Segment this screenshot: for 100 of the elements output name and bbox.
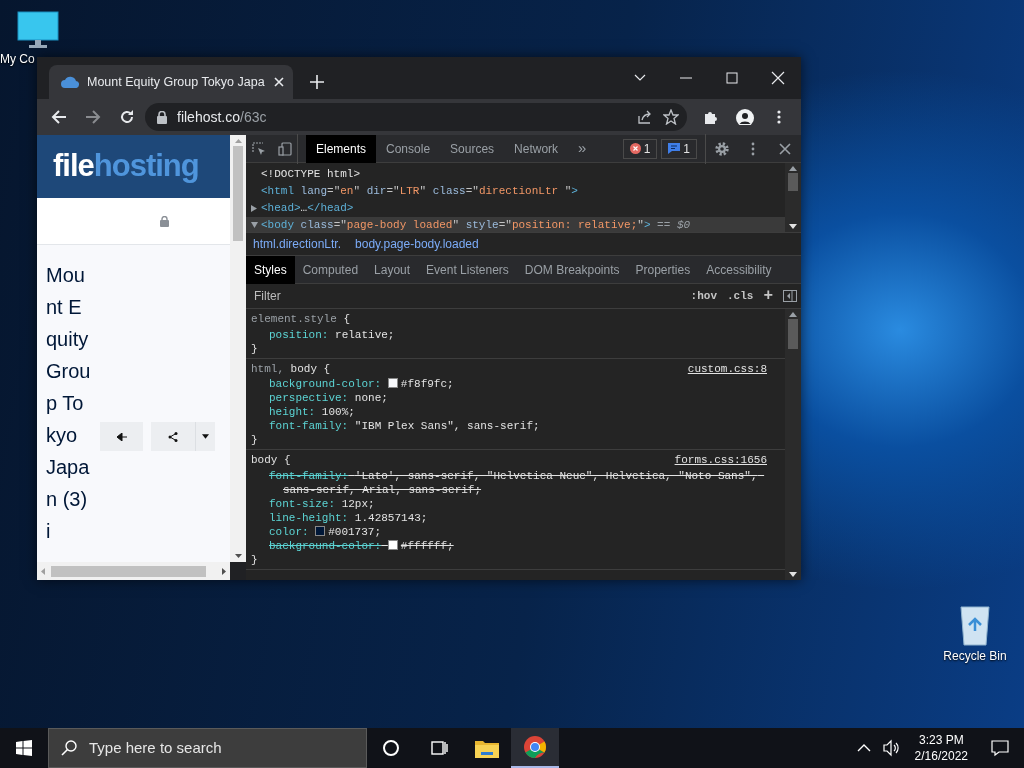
plus-icon[interactable] — [309, 75, 324, 89]
cloud-icon — [61, 76, 79, 88]
code-line[interactable]: <!DOCTYPE html> — [246, 166, 785, 183]
lock-icon — [157, 110, 167, 124]
source-link[interactable]: forms.css:1656 — [674, 452, 767, 469]
add-rule-button[interactable]: + — [763, 284, 773, 308]
share-icon[interactable] — [637, 109, 653, 125]
panel-tab[interactable]: Properties — [627, 256, 699, 284]
hov-button[interactable]: :hov — [690, 287, 717, 305]
site-logo: filehosting — [37, 135, 230, 198]
error-count-button[interactable]: 1 — [622, 138, 658, 159]
devtools-tab[interactable]: Console — [376, 134, 441, 163]
css-selector: body { — [251, 453, 291, 468]
css-declaration[interactable]: font-size: 12px; — [251, 496, 781, 511]
css-declaration[interactable]: background-color: #f8f9fc; — [251, 377, 781, 391]
back-arrow-icon[interactable] — [51, 109, 67, 125]
scrollbar[interactable] — [785, 163, 801, 232]
panel-tab[interactable]: Styles — [246, 256, 295, 284]
css-declaration[interactable]: background-color: #ffffff; — [251, 538, 781, 553]
close-icon[interactable] — [771, 71, 785, 85]
icon-label: My Co — [0, 51, 35, 68]
css-selector: html, body { — [251, 361, 331, 377]
windows-logo-icon[interactable] — [16, 740, 32, 756]
breadcrumb-link[interactable]: body.page-body.loaded — [348, 235, 486, 253]
share-icon — [168, 431, 178, 442]
more-tabs-button[interactable]: » — [568, 134, 597, 163]
message-count-button[interactable]: 1 — [661, 138, 697, 159]
tab-title: Mount Equity Group Tokyo Japa — [87, 73, 265, 91]
panel-tab[interactable]: DOM Breakpoints — [516, 256, 628, 284]
scrollbar-thumb[interactable] — [788, 319, 798, 349]
error-icon — [629, 143, 641, 154]
chevron-up-icon[interactable] — [856, 742, 871, 754]
css-declaration[interactable]: font-family: 'Lato', sans-serif, "Helvetica Neue", Helvetica, "Noto Sans", sans-serif, Arial, sans-serif; — [251, 468, 781, 497]
scrollbar-thumb[interactable] — [233, 146, 243, 241]
address-bar[interactable]: filehost.co/63c — [145, 103, 687, 131]
arrow-right-icon[interactable] — [222, 567, 226, 575]
maximize-icon[interactable] — [725, 71, 739, 85]
code-line[interactable]: <html lang="en" dir="LTR" class="directionLtr "> — [246, 183, 785, 200]
page-title: Mount Equity Group Tokyo Japan (3) i — [46, 263, 92, 544]
search-input[interactable]: Type here to search — [87, 735, 347, 761]
message-icon — [668, 143, 681, 154]
folder-icon[interactable] — [475, 738, 499, 758]
back-button[interactable] — [100, 422, 143, 451]
speaker-icon[interactable] — [882, 739, 901, 757]
arrow-left-icon — [116, 432, 127, 441]
task-view-icon[interactable] — [430, 739, 448, 757]
scrollbar[interactable] — [37, 562, 230, 580]
scrollbar[interactable] — [230, 135, 246, 562]
reload-icon[interactable] — [119, 109, 135, 125]
close-icon[interactable] — [272, 76, 285, 88]
browser-tab[interactable]: Mount Equity Group Tokyo Japa — [49, 65, 293, 99]
arrow-down-icon[interactable] — [789, 572, 797, 577]
arrow-up-icon[interactable] — [789, 312, 797, 317]
settings-icon[interactable] — [713, 140, 730, 157]
filter-field[interactable]: Filter — [252, 286, 681, 306]
devtools-tab[interactable]: Sources — [440, 134, 505, 163]
share-button[interactable] — [151, 422, 195, 451]
css-declaration[interactable]: color: #001737; — [251, 524, 781, 539]
chrome-icon[interactable] — [524, 736, 546, 758]
css-declaration[interactable]: height: 100%; — [251, 405, 781, 419]
device-icon[interactable] — [277, 141, 292, 156]
scrollbar-thumb[interactable] — [788, 173, 798, 191]
star-icon[interactable] — [663, 109, 679, 125]
source-link[interactable]: custom.css:8 — [687, 360, 767, 377]
arrow-down-icon[interactable] — [234, 554, 242, 558]
inspect-icon[interactable] — [252, 141, 266, 156]
devtools-tab[interactable]: Network — [504, 134, 569, 163]
panel-tab[interactable]: Layout — [366, 256, 419, 284]
profile-icon[interactable] — [736, 109, 754, 125]
panel-tab[interactable]: Computed — [294, 256, 367, 284]
scrollbar[interactable] — [785, 309, 801, 580]
sidebar-toggle-icon[interactable] — [783, 290, 797, 302]
devtools-tab[interactable]: Elements — [306, 134, 377, 163]
cls-button[interactable]: .cls — [727, 287, 754, 305]
url-text: filehost.co/63c — [177, 107, 268, 127]
closing-brace: } — [251, 553, 258, 566]
lock-icon — [160, 215, 169, 227]
dropdown-button[interactable] — [195, 422, 215, 451]
code-line[interactable]: <head>…</head> — [246, 200, 785, 217]
scrollbar-thumb[interactable] — [51, 565, 206, 577]
closing-brace: } — [251, 342, 258, 355]
arrow-down-icon[interactable] — [789, 224, 797, 229]
clock-date[interactable]: 2/16/2022 — [914, 748, 968, 764]
css-declaration[interactable]: position: relative; — [251, 327, 781, 342]
breadcrumb-link[interactable]: html.directionLtr. — [246, 235, 349, 253]
panel-tab[interactable]: Event Listeners — [418, 256, 517, 284]
clock-time[interactable]: 3:23 PM — [918, 732, 964, 748]
forward-arrow-icon[interactable] — [85, 109, 101, 125]
css-declaration[interactable]: perspective: none; — [251, 391, 781, 405]
css-selector: element.style { — [251, 312, 351, 327]
search-field[interactable]: Type here to search — [48, 728, 367, 768]
close-icon[interactable] — [777, 140, 793, 157]
css-declaration[interactable]: font-family: "IBM Plex Sans", sans-serif; — [251, 419, 781, 433]
css-declaration[interactable]: line-height: 1.42857143; — [251, 510, 781, 525]
search-icon — [61, 740, 77, 756]
arrow-up-icon[interactable] — [789, 166, 797, 171]
notification-icon[interactable] — [991, 739, 1009, 757]
puzzle-icon[interactable] — [703, 109, 719, 125]
panel-tab[interactable]: Accessibility — [698, 256, 780, 284]
circle-icon[interactable] — [382, 739, 400, 757]
